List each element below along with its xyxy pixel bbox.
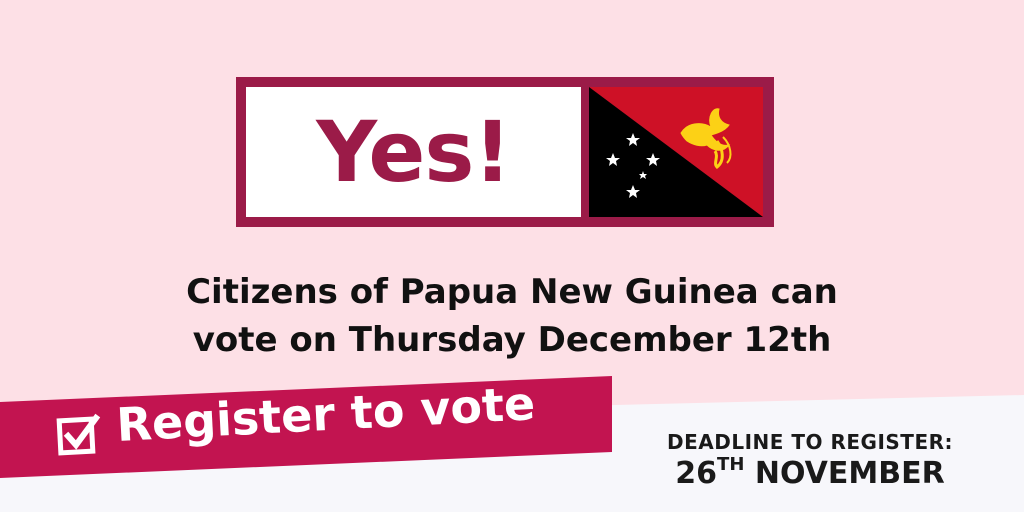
headline-line-2: vote on Thursday December 12th	[192, 320, 832, 360]
yes-panel: Yes!	[246, 87, 581, 217]
yes-text: Yes!	[316, 103, 511, 201]
checkbox-icon	[56, 413, 101, 456]
papua-new-guinea-flag-icon	[589, 87, 763, 217]
yes-badge: Yes!	[236, 77, 774, 227]
deadline-heading: DEADLINE TO REGISTER:	[666, 430, 954, 454]
deadline-date: 26TH NOVEMBER	[630, 454, 990, 491]
deadline-notice: DEADLINE TO REGISTER: 26TH NOVEMBER	[630, 430, 990, 491]
deadline-day-suffix: TH	[717, 454, 745, 475]
headline: Citizens of Papua New Guinea can vote on…	[0, 268, 1024, 364]
deadline-month: NOVEMBER	[754, 456, 945, 491]
headline-line-1: Citizens of Papua New Guinea can	[186, 272, 838, 312]
deadline-day: 26	[675, 456, 718, 491]
